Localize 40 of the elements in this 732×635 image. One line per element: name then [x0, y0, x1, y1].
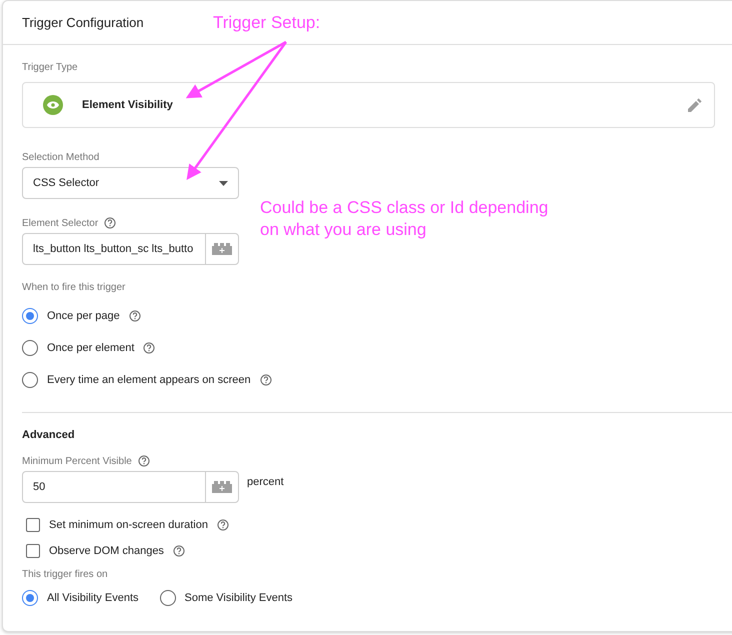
field-label: Trigger Type — [22, 62, 79, 73]
field-label: Minimum Percent Visible — [22, 455, 732, 467]
help-icon[interactable] — [128, 310, 141, 322]
option-label: Some Visibility Events — [184, 592, 293, 604]
help-icon[interactable] — [216, 519, 229, 531]
trigger-type-name: Element Visibility — [82, 99, 174, 111]
help-icon[interactable] — [138, 455, 150, 467]
unit-label: percent — [247, 476, 284, 488]
radio-button[interactable] — [22, 308, 38, 324]
annotation-text: Trigger Setup: — [213, 12, 320, 34]
variable-icon — [212, 481, 232, 493]
variable-icon — [212, 243, 232, 255]
field-label: This trigger fires on — [22, 569, 109, 580]
option-label: Every time an element appears on screen — [47, 374, 251, 386]
caret-icon — [219, 180, 228, 186]
radio-button[interactable] — [22, 372, 38, 388]
selection-method-dropdown[interactable]: CSS Selector — [22, 167, 239, 199]
pencil-icon[interactable] — [688, 98, 702, 112]
radio-button[interactable] — [22, 590, 38, 606]
section-heading: Advanced — [22, 429, 76, 441]
option-label: Once per element — [47, 342, 134, 354]
checkbox[interactable] — [26, 518, 40, 532]
eye-icon — [43, 95, 63, 115]
percent-field[interactable]: 50 — [22, 471, 239, 503]
option-label: All Visibility Events — [47, 592, 138, 604]
trigger-type-card[interactable]: Element Visibility — [22, 82, 715, 128]
field-label: When to fire this trigger — [22, 282, 126, 293]
checkbox[interactable] — [26, 544, 40, 558]
option-label: Observe DOM changes — [49, 545, 164, 557]
help-icon[interactable] — [172, 545, 185, 557]
help-icon[interactable] — [104, 217, 116, 229]
radio-button[interactable] — [22, 340, 38, 356]
radio-button[interactable] — [160, 590, 176, 606]
element-selector-field[interactable]: lts_button lts_button_sc lts_butto — [22, 233, 239, 265]
help-icon[interactable] — [260, 374, 272, 386]
annotation-text: Could be a CSS class or Id depending on what you are using — [260, 197, 550, 241]
option-label: Set minimum on-screen duration — [49, 519, 208, 531]
option-label: Once per page — [47, 310, 120, 322]
field-label: Selection Method — [22, 152, 100, 163]
help-icon[interactable] — [143, 342, 156, 354]
